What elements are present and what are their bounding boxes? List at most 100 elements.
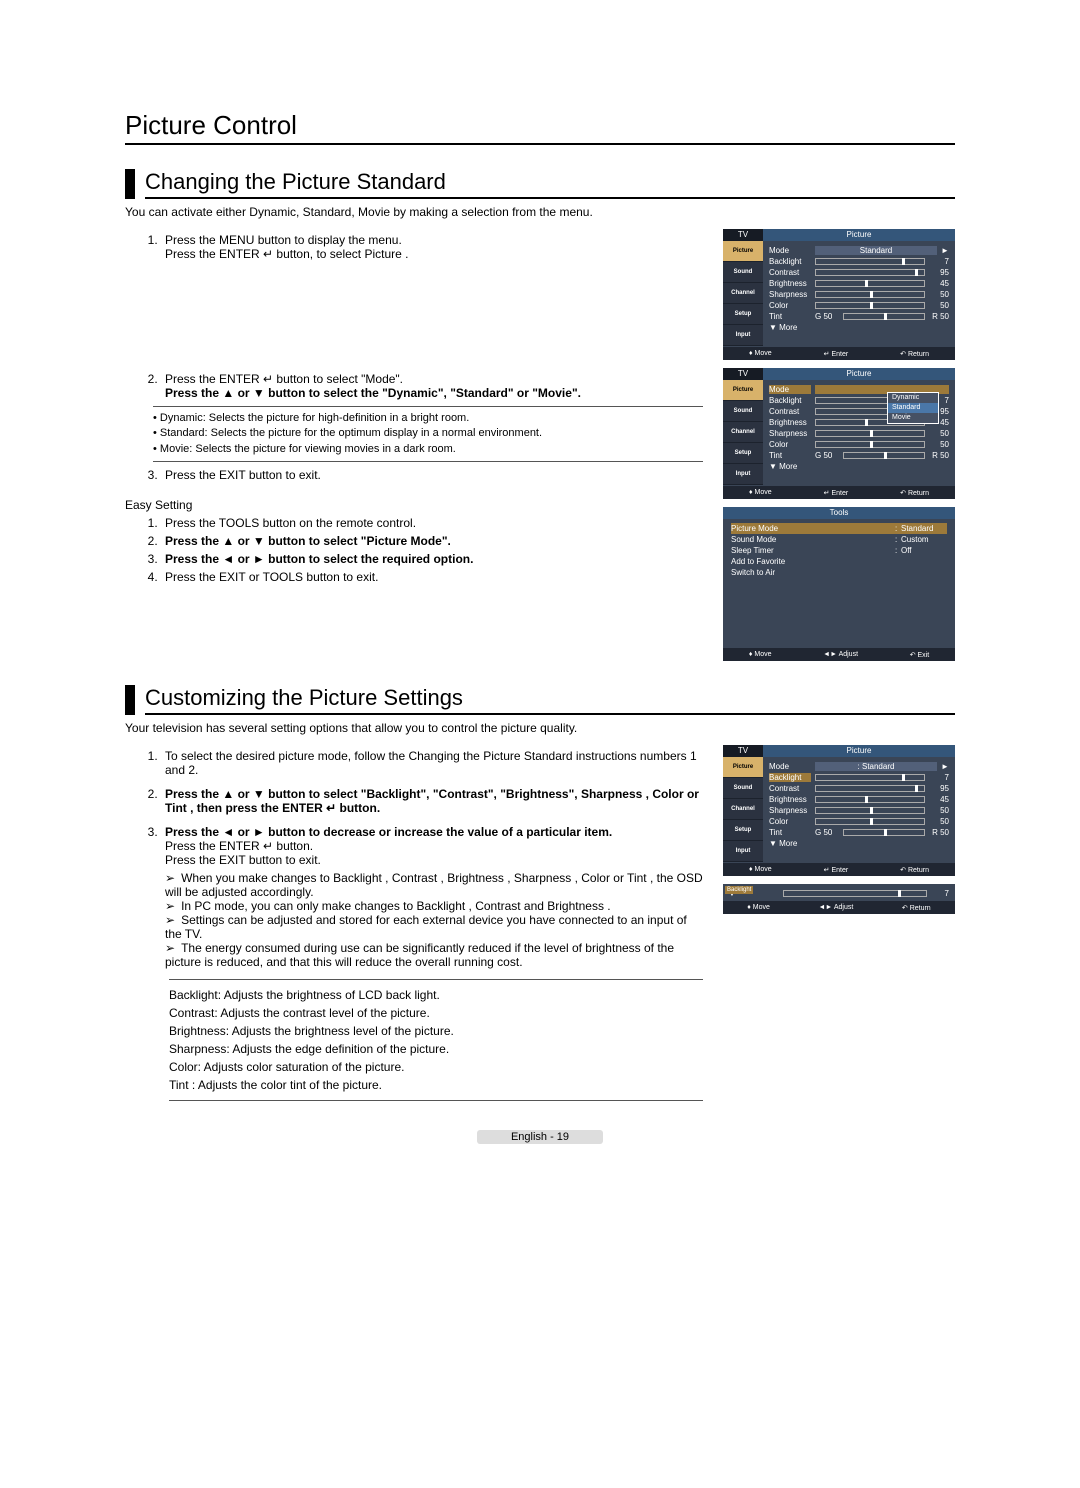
osd-mode-value: : Standard <box>815 762 937 771</box>
osd-row-label: Tint <box>769 828 811 837</box>
osd-tab-sound: Sound <box>723 262 763 283</box>
osd-slider <box>815 269 925 276</box>
section-bar <box>125 169 135 199</box>
osd-slider <box>815 302 925 309</box>
step: Press the EXIT button to exit. <box>161 468 703 482</box>
osd-row-value: 50 <box>929 290 949 299</box>
osd-slider <box>843 452 925 459</box>
osd-foot-enter: ↵ Enter <box>824 350 849 358</box>
easy-step: Press the EXIT or TOOLS button to exit. <box>161 570 703 584</box>
osd-more: ▼ More <box>769 323 811 332</box>
osd-picture-mode-select: TV Picture Picture Sound Channel Setup I… <box>723 368 955 499</box>
osd-slider <box>815 796 925 803</box>
osd-row-label: Color <box>769 301 811 310</box>
osd-slider <box>815 818 925 825</box>
osd-row-label: Contrast <box>769 407 811 416</box>
definitions-box: Backlight: Adjusts the brightness of LCD… <box>169 979 703 1101</box>
osd-tab-sound: Sound <box>723 401 763 422</box>
mode-desc: • Movie: Selects the picture for viewing… <box>153 442 703 457</box>
osd-row-label: Brightness <box>769 279 811 288</box>
osd-tv-label: TV <box>723 368 763 380</box>
easy-setting-header: Easy Setting <box>125 498 703 512</box>
osd-tint-r: R 50 <box>929 828 949 837</box>
intro-text: Your television has several setting opti… <box>125 721 955 735</box>
mode-option-selected: Standard <box>888 403 938 413</box>
osd-row-value: 45 <box>929 279 949 288</box>
osd-row-value: 50 <box>929 301 949 310</box>
definition: Color: Adjusts color saturation of the p… <box>169 1058 703 1076</box>
note: In PC mode, you can only make changes to… <box>165 899 703 913</box>
easy-step: Press the TOOLS button on the remote con… <box>161 516 703 530</box>
osd-tint-r: R 50 <box>929 451 949 460</box>
note: When you make changes to Backlight , Con… <box>165 871 703 899</box>
intro-text: You can activate either Dynamic, Standar… <box>125 205 955 219</box>
osd-row-label: Sharpness <box>769 429 811 438</box>
note: The energy consumed during use can be si… <box>165 941 703 969</box>
osd-title: Picture <box>763 745 955 757</box>
osd-tab-input: Input <box>723 464 763 485</box>
osd-slider <box>815 258 925 265</box>
chevron-right-icon: ► <box>941 762 949 771</box>
osd-row-value: 7 <box>929 773 949 782</box>
osd-row-label: Tint <box>769 451 811 460</box>
osd-row-label: Tint <box>769 312 811 321</box>
mode-dropdown: Dynamic Standard Movie <box>887 392 939 424</box>
step-text: Press the ENTER ↵ button to select "Mode… <box>165 372 403 386</box>
osd-row-label: Contrast <box>769 268 811 277</box>
osd-row-value: 95 <box>929 268 949 277</box>
tools-row-label: Picture Mode <box>731 524 895 533</box>
mini-foot-move: ♦ Move <box>747 904 770 911</box>
osd-tab-input: Input <box>723 841 763 862</box>
step: Press the ◄ or ► button to decrease or i… <box>161 825 703 867</box>
tools-row-label: Sound Mode <box>731 535 895 544</box>
osd-row-label: Backlight <box>769 257 811 266</box>
step-text: Press the ENTER ↵ button. <box>165 839 313 853</box>
tools-row-label: Sleep Timer <box>731 546 895 555</box>
osd-picture-menu: TV Picture Picture Sound Channel Setup I… <box>723 229 955 360</box>
osd-foot-enter: ↵ Enter <box>824 866 849 874</box>
tools-foot-move: ♦ Move <box>749 651 772 658</box>
osd-slider <box>843 829 925 836</box>
step-text: Press the EXIT button to exit. <box>165 853 321 867</box>
osd-tab-picture: Picture <box>723 241 763 262</box>
step: To select the desired picture mode, foll… <box>161 749 703 777</box>
osd-tools-menu: Tools Picture Mode:Standard Sound Mode:C… <box>723 507 955 661</box>
osd-tint-r: R 50 <box>929 312 949 321</box>
osd-slider <box>815 441 925 448</box>
osd-tint-g: G 50 <box>815 312 839 321</box>
tools-row-value: Custom <box>901 535 947 544</box>
osd-row-label: Sharpness <box>769 290 811 299</box>
easy-step: Press the ◄ or ► button to select the re… <box>161 552 703 566</box>
osd-row-label: Contrast <box>769 784 811 793</box>
osd-tab-setup: Setup <box>723 304 763 325</box>
page-title: Picture Control <box>125 110 955 145</box>
mode-option: Movie <box>888 413 938 423</box>
osd-slider <box>815 785 925 792</box>
definition: Tint : Adjusts the color tint of the pic… <box>169 1076 703 1094</box>
osd-slider <box>815 430 925 437</box>
osd-row-label: Sharpness <box>769 806 811 815</box>
definition: Sharpness: Adjusts the edge definition o… <box>169 1040 703 1058</box>
osd-tint-g: G 50 <box>815 828 839 837</box>
osd-foot-move: ♦ Move <box>749 489 772 496</box>
osd-mode-value: Standard <box>815 246 937 255</box>
osd-mode-label: Mode <box>769 246 811 255</box>
osd-row-value: 50 <box>929 806 949 815</box>
osd-slider <box>815 807 925 814</box>
step: Press the MENU button to display the men… <box>161 233 703 261</box>
step-text: Press the MENU button to display the men… <box>165 233 402 247</box>
mini-label: Backlight <box>725 886 753 894</box>
osd-foot-return: ↶ Return <box>900 489 929 497</box>
osd-tab-setup: Setup <box>723 820 763 841</box>
osd-slider <box>815 774 925 781</box>
tools-row-label: Switch to Air <box>731 568 895 577</box>
mode-desc: • Dynamic: Selects the picture for high-… <box>153 411 703 426</box>
osd-row-value: 50 <box>929 440 949 449</box>
page-footer: English - 19 <box>125 1131 955 1143</box>
osd-more: ▼ More <box>769 839 811 848</box>
mini-slider <box>783 890 927 897</box>
tools-foot-adjust: ◄► Adjust <box>823 651 858 658</box>
osd-row-value: 95 <box>929 784 949 793</box>
section-title-customizing: Customizing the Picture Settings <box>145 685 955 715</box>
osd-tab-picture: Picture <box>723 380 763 401</box>
